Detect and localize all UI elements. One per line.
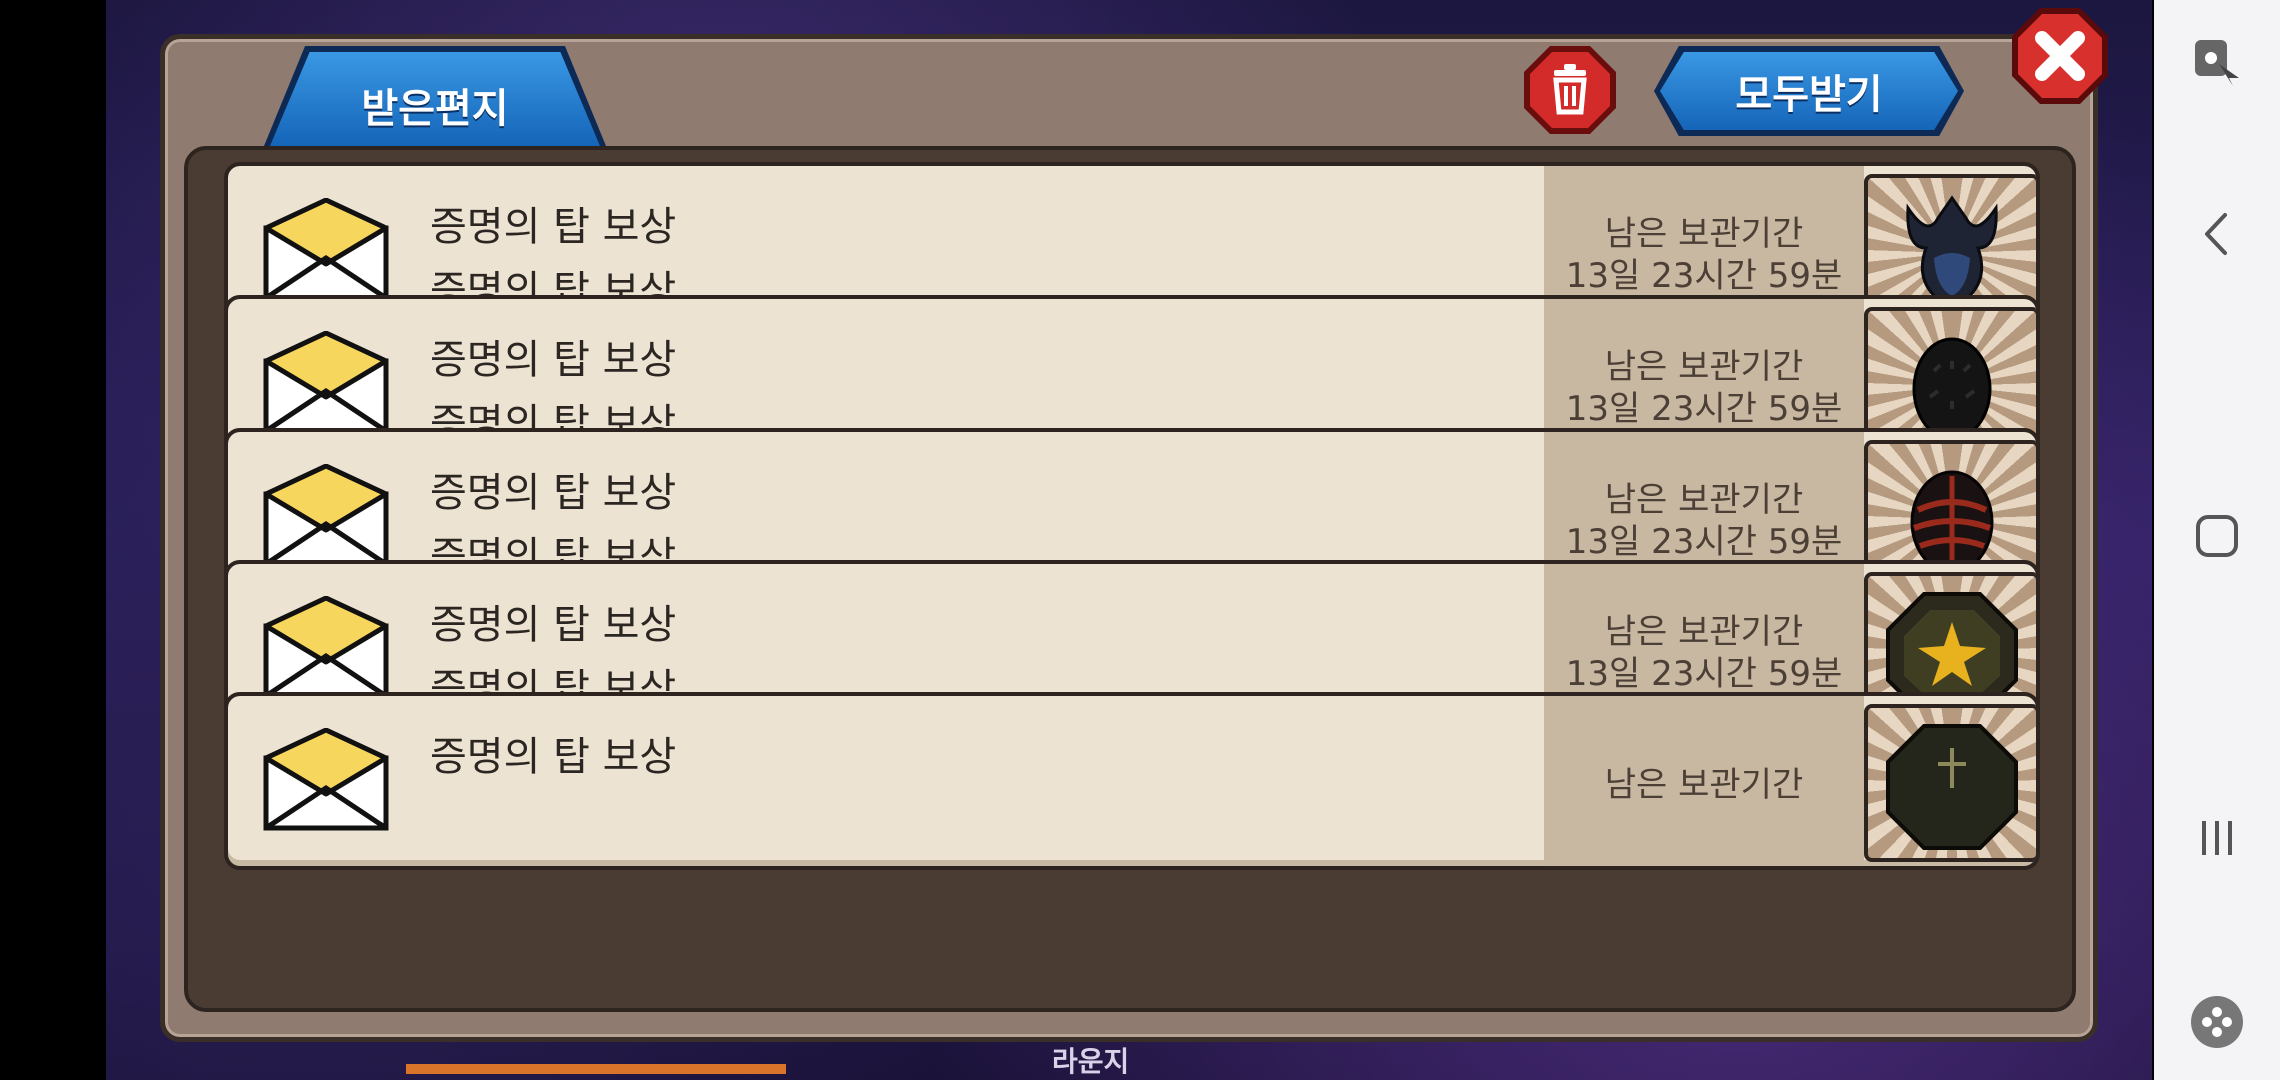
expiry-value: 13일 23시간 59분 [1565, 654, 1843, 694]
mail-title: 증명의 탑 보상 [430, 204, 677, 250]
mail-title: 증명의 탑 보상 [430, 337, 677, 383]
back-button[interactable] [2154, 194, 2280, 274]
expiry-label: 남은 보관기간 [1604, 765, 1804, 805]
expiry-value: 13일 23시간 59분 [1565, 256, 1843, 296]
expiry-box: 남은 보관기간 [1544, 696, 1864, 866]
close-icon [2012, 8, 2108, 104]
home-button[interactable] [2154, 496, 2280, 576]
game-tools-button[interactable] [2154, 982, 2280, 1062]
expiry-value: 13일 23시간 59분 [1565, 389, 1843, 429]
home-icon [2196, 515, 2238, 557]
receive-all-button[interactable]: 모두받기 [1660, 52, 1958, 130]
envelope-icon [263, 596, 389, 699]
expiry-label: 남은 보관기간 [1604, 612, 1804, 652]
mail-title: 증명의 탑 보상 [430, 470, 677, 516]
envelope-icon [263, 198, 389, 301]
envelope-icon [263, 331, 389, 434]
envelope-icon [263, 728, 389, 831]
dark-emblem-icon [1886, 724, 2018, 850]
back-icon [2205, 213, 2227, 255]
expiry-label: 남은 보관기간 [1604, 214, 1804, 254]
envelope-icon [263, 464, 389, 567]
trash-icon [1524, 46, 1616, 134]
lounge-label: 라운지 [1052, 1045, 1130, 1078]
receive-all-label: 모두받기 [1735, 72, 1883, 118]
close-button[interactable] [2010, 6, 2110, 106]
reward-item[interactable] [1864, 704, 2036, 862]
progress-bar [406, 1064, 786, 1074]
expiry-label: 남은 보관기간 [1604, 347, 1804, 387]
mail-item[interactable]: 증명의 탑 보상 남은 보관기간 [224, 692, 2040, 870]
tab-inbox-label: 받은편지 [361, 86, 509, 132]
delete-button[interactable] [1520, 42, 1620, 138]
recents-button[interactable] [2154, 798, 2280, 878]
recents-icon [2202, 821, 2232, 855]
game-tools-icon [2191, 996, 2243, 1048]
system-nav-bar [2154, 0, 2280, 1080]
tab-inbox[interactable]: 받은편지 [270, 52, 600, 146]
gamepad-toggle-button[interactable] [2154, 22, 2280, 102]
expiry-label: 남은 보관기간 [1604, 480, 1804, 520]
mail-title: 증명의 탑 보상 [430, 734, 677, 780]
expiry-value: 13일 23시간 59분 [1565, 522, 1843, 562]
gamepad-toggle-icon [2195, 40, 2239, 86]
mail-list[interactable]: 증명의 탑 보상 증명의 탑 보상 남은 보관기간 13일 23시간 59분 증… [184, 146, 2076, 1012]
mail-title: 증명의 탑 보상 [430, 602, 677, 648]
